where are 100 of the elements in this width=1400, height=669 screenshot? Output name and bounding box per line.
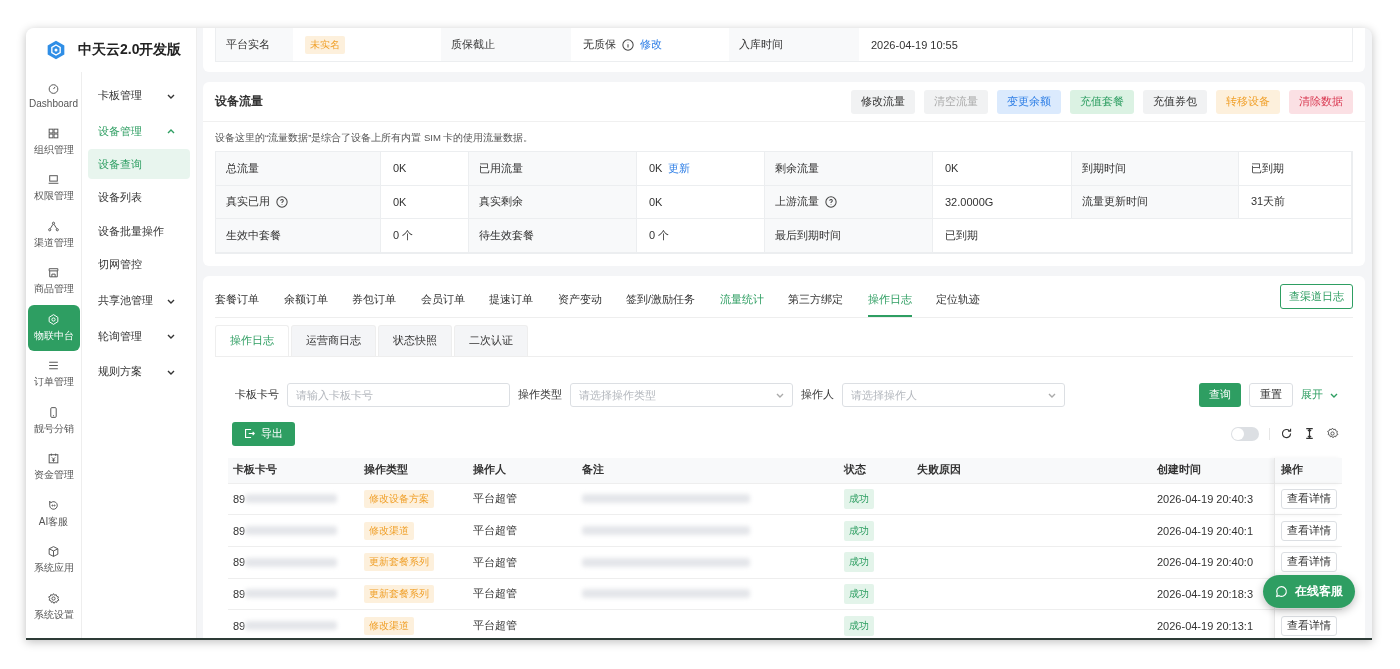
table-cell: 平台超管: [468, 578, 577, 611]
tab[interactable]: 流量统计: [719, 284, 764, 317]
table-cell: 89: [233, 524, 246, 537]
toggle-switch[interactable]: [1231, 426, 1259, 441]
column-header: 卡板卡号: [228, 457, 359, 484]
channel-log-button[interactable]: 查渠道日志: [1280, 284, 1353, 309]
rail-item[interactable]: 资金管理: [27, 444, 80, 491]
rail-item[interactable]: 渠道管理: [27, 211, 80, 258]
field-label: 已用流量: [479, 160, 523, 176]
field-value: 无质保: [583, 37, 616, 52]
rail-item[interactable]: 系统应用: [27, 537, 80, 584]
settings-icon[interactable]: [1326, 427, 1339, 440]
status-tag: 成功: [844, 488, 874, 509]
select-field[interactable]: 请选择操作类型: [570, 382, 793, 407]
sub-tab[interactable]: 二次认证: [454, 324, 528, 356]
row-height-icon[interactable]: [1303, 427, 1316, 440]
view-details-button[interactable]: 查看详情: [1281, 520, 1337, 541]
expand-link[interactable]: 展开: [1301, 387, 1339, 402]
rail-item[interactable]: 靓号分销: [27, 397, 80, 444]
tab[interactable]: 资产变动: [557, 284, 602, 317]
tab[interactable]: 券包订单: [352, 284, 396, 317]
nav-icon: [47, 452, 60, 466]
table-cell: 平台超管: [468, 515, 577, 547]
view-details-button[interactable]: 查看详情: [1281, 488, 1337, 509]
nav-icon: [47, 266, 60, 280]
table-cell: 89: [233, 619, 246, 632]
nav-icon: [47, 591, 60, 605]
type-tag: 修改渠道: [364, 616, 414, 635]
rail-item[interactable]: 权限管理: [27, 165, 80, 212]
table-cell: 89: [233, 492, 246, 505]
reset-button[interactable]: 重置: [1249, 382, 1293, 407]
view-details-button[interactable]: 查看详情: [1281, 615, 1337, 636]
action-button[interactable]: 修改流量: [851, 89, 915, 114]
field-value: 0 个: [649, 227, 670, 243]
refresh-link[interactable]: 更新: [668, 160, 691, 176]
action-button[interactable]: 充值券包: [1143, 89, 1207, 114]
edit-link[interactable]: 修改: [640, 37, 662, 52]
filter-label: 操作人: [801, 387, 834, 402]
chat-bubble-icon: [1275, 585, 1288, 598]
menu-item[interactable]: 设备批量操作: [88, 216, 190, 246]
rail-item[interactable]: 商品管理: [27, 258, 80, 305]
tab[interactable]: 提速订单: [489, 284, 533, 317]
nav-icon: [47, 498, 60, 512]
field-label: 入库时间: [729, 28, 859, 61]
nav-icon: [47, 126, 60, 140]
action-button[interactable]: 清除数据: [1289, 89, 1353, 114]
nav-icon: [47, 312, 60, 326]
type-tag: 更新套餐系列: [364, 553, 434, 572]
rail-item[interactable]: Dashboard: [27, 72, 80, 119]
menu-group[interactable]: 规则方案: [88, 354, 190, 390]
refresh-icon[interactable]: [1280, 427, 1293, 440]
menu-group[interactable]: 卡板管理: [88, 78, 190, 114]
status-tag: 成功: [844, 583, 874, 604]
field-value: 已到期: [945, 227, 978, 243]
field-label: 生效中套餐: [226, 227, 281, 243]
field-value: 0K: [393, 162, 407, 175]
select-field[interactable]: 请选择操作人: [842, 382, 1065, 407]
tab[interactable]: 余额订单: [283, 284, 328, 317]
column-header: 操作类型: [359, 457, 468, 484]
view-details-button[interactable]: 查看详情: [1281, 552, 1337, 573]
menu-group[interactable]: 轮询管理: [88, 318, 190, 354]
type-tag: 修改设备方案: [364, 489, 434, 508]
type-tag: 修改渠道: [364, 521, 414, 540]
sub-tab[interactable]: 运营商日志: [291, 324, 376, 356]
info-icon: [622, 38, 634, 51]
field-label: 剩余流量: [775, 160, 819, 176]
sub-tab[interactable]: 操作日志: [215, 324, 289, 356]
tab[interactable]: 第三方绑定: [788, 284, 844, 317]
field-value: 2026-04-19 10:55: [870, 37, 959, 53]
rail-item[interactable]: 订单管理: [27, 351, 80, 398]
column-header: 创建时间: [1152, 457, 1274, 484]
menu-item[interactable]: 切网管控: [88, 249, 190, 280]
rail-item[interactable]: 系统设置: [27, 583, 80, 630]
menu-group[interactable]: 共享池管理: [88, 283, 190, 319]
sub-tab[interactable]: 状态快照: [378, 324, 452, 356]
status-tag: 成功: [844, 552, 874, 573]
field-label: 质保截止: [441, 28, 571, 61]
rail-item[interactable]: 组织管理: [27, 118, 80, 165]
tab[interactable]: 定位轨迹: [936, 284, 981, 317]
column-header: 操作: [1274, 457, 1342, 484]
tab[interactable]: 套餐订单: [215, 284, 259, 317]
table-cell: 2026-04-19 20:40:3: [1152, 483, 1274, 516]
logo-icon: [46, 40, 66, 60]
menu-group[interactable]: 设备管理: [88, 113, 190, 149]
table-cell: 2026-04-19 20:13:1: [1152, 610, 1274, 638]
table-cell: 89: [233, 587, 246, 600]
nav-icon: [47, 81, 60, 95]
export-icon: [244, 428, 255, 439]
field-label: 待生效套餐: [479, 227, 534, 243]
field-value: 0K: [393, 195, 407, 208]
rail-item[interactable]: AI客服: [27, 490, 80, 537]
input-field[interactable]: 请输入卡板卡号: [287, 382, 510, 407]
field-value: 0K: [945, 162, 959, 175]
field-label: 真实剩余: [479, 194, 523, 210]
tab[interactable]: 签到/激励任务: [626, 284, 696, 317]
tab[interactable]: 操作日志: [867, 284, 912, 317]
app-title: 中天云2.0开发版: [78, 41, 182, 59]
tab[interactable]: 会员订单: [420, 284, 465, 317]
note-text: 设备这里的“流量数据”是综合了设备上所有内置 SIM 卡的使用流量数据。: [215, 132, 535, 145]
menu-item[interactable]: 设备列表: [88, 182, 190, 213]
